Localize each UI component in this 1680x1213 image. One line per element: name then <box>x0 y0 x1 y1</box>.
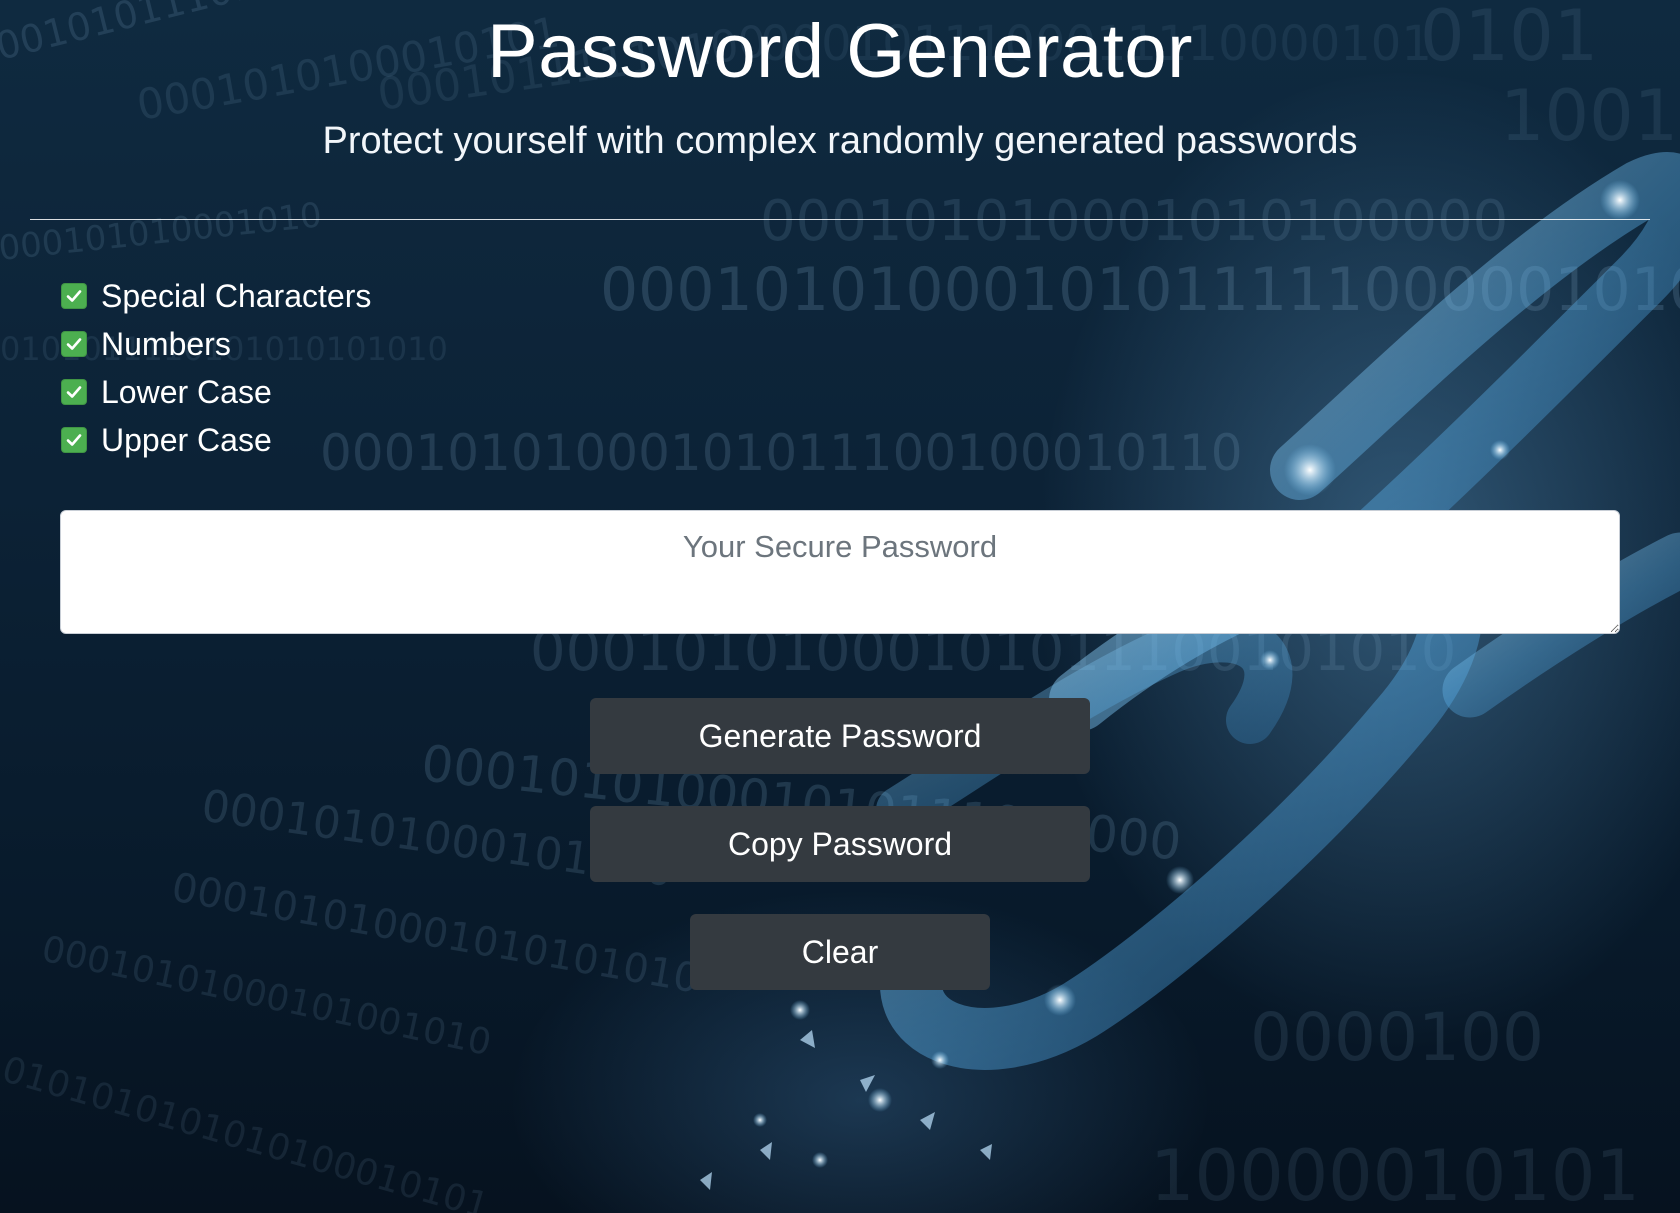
option-label: Special Characters <box>101 277 372 314</box>
numbers-checkbox[interactable] <box>61 331 87 357</box>
options-list: Special Characters Numbers Lower Case Up… <box>61 272 371 464</box>
svg-text:0101010101010100010101: 0101010101010100010101 <box>0 1049 493 1213</box>
svg-text:00010101000101011100100010110: 00010101000101011100100010110 <box>320 424 1243 482</box>
password-output-field[interactable] <box>60 510 1620 634</box>
copy-password-button[interactable]: Copy Password <box>590 806 1090 882</box>
svg-text:000101010001010: 000101010001010 <box>0 195 324 269</box>
option-special-characters[interactable]: Special Characters <box>61 272 371 320</box>
option-label: Numbers <box>101 325 231 362</box>
password-generator-page: 00101011101011 0001010100010101 00010111… <box>0 0 1680 1213</box>
svg-text:0000100: 0000100 <box>1250 999 1544 1076</box>
checkmark-icon <box>66 338 82 350</box>
svg-text:000101010001010100000: 000101010001010100000 <box>760 189 1508 254</box>
svg-text:00010101000101001010: 00010101000101001010 <box>38 929 495 1064</box>
option-label: Upper Case <box>101 421 272 458</box>
clear-button[interactable]: Clear <box>690 914 990 990</box>
checkmark-icon <box>66 434 82 446</box>
page-subtitle: Protect yourself with complex randomly g… <box>322 120 1358 162</box>
svg-text:10000010101: 10000010101 <box>1150 1135 1640 1213</box>
option-lower-case[interactable]: Lower Case <box>61 368 371 416</box>
svg-text:000101010001010101010: 000101010001010101010 <box>168 865 702 1003</box>
upper-case-checkbox[interactable] <box>61 427 87 453</box>
option-upper-case[interactable]: Upper Case <box>61 416 371 464</box>
lower-case-checkbox[interactable] <box>61 379 87 405</box>
svg-text:000101010001010111110000010101: 000101010001010111110000010101 <box>600 255 1680 325</box>
special-characters-checkbox[interactable] <box>61 283 87 309</box>
checkmark-icon <box>66 290 82 302</box>
page-title: Password Generator <box>487 9 1193 94</box>
header-divider <box>30 219 1650 220</box>
generate-password-button[interactable]: Generate Password <box>590 698 1090 774</box>
option-label: Lower Case <box>101 373 272 410</box>
option-numbers[interactable]: Numbers <box>61 320 371 368</box>
checkmark-icon <box>66 386 82 398</box>
